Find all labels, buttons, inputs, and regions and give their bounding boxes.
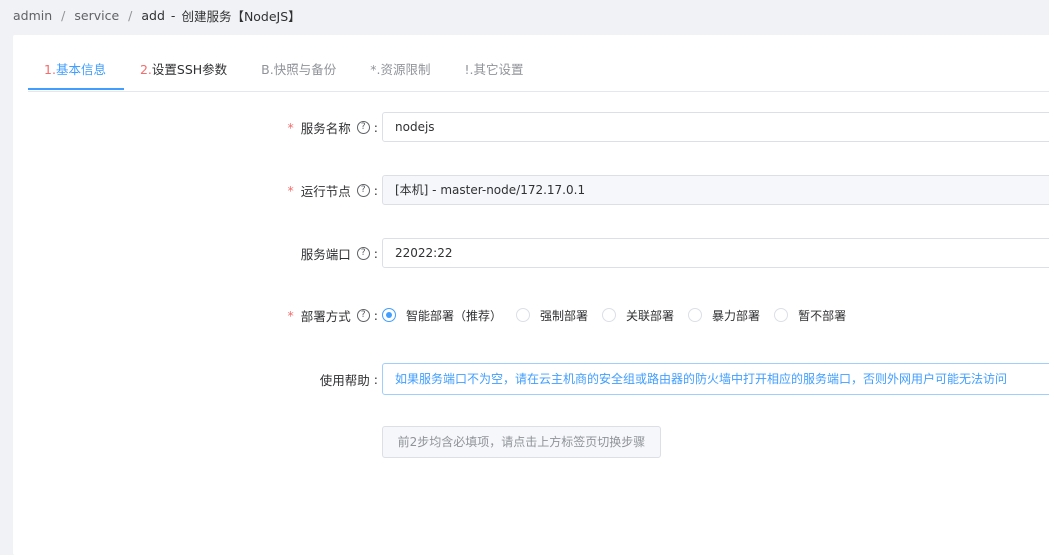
tab-label: 其它设置 xyxy=(473,62,524,77)
form-card: 1.基本信息 2.设置SSH参数 B.快照与备份 *.资源限制 !.其它设置 *… xyxy=(13,35,1049,555)
service-port-input[interactable]: 22022:22 xyxy=(382,238,1049,268)
radio-linked-deploy[interactable]: 关联部署 xyxy=(602,307,674,324)
radio-dot[interactable] xyxy=(774,308,789,322)
tab-label: 资源限制 xyxy=(380,62,431,77)
breadcrumb-add: add xyxy=(141,7,165,23)
tab-ssh-params[interactable]: 2.设置SSH参数 xyxy=(124,55,245,89)
help-label: 使用帮助 : xyxy=(319,371,378,388)
steps-hint-button[interactable]: 前2步均含必填项，请点击上方标签页切换步骤 xyxy=(382,426,661,458)
breadcrumb-admin[interactable]: admin xyxy=(13,8,52,23)
radio-smart-deploy[interactable]: 智能部署（推荐） xyxy=(382,307,502,324)
tab-snapshot-backup[interactable]: B.快照与备份 xyxy=(245,55,354,89)
form-row-deploy-mode: * 部署方式 ? : 智能部署（推荐） 强制部署 关联部署 暴力部署 暂不部署 xyxy=(13,299,1049,331)
tab-number: *. xyxy=(370,62,381,77)
required-mark: * xyxy=(287,307,294,323)
deploy-mode-radio-group: 智能部署（推荐） 强制部署 关联部署 暴力部署 暂不部署 xyxy=(382,307,860,324)
radio-brute-deploy[interactable]: 暴力部署 xyxy=(688,307,760,324)
breadcrumb-separator: / xyxy=(61,7,66,23)
tab-number: B. xyxy=(261,62,274,77)
step-tabs: 1.基本信息 2.设置SSH参数 B.快照与备份 *.资源限制 !.其它设置 xyxy=(28,55,1049,92)
form-row-service-name: * 服务名称 ? : nodejs xyxy=(13,111,1049,143)
run-node-label: * 运行节点 ? : xyxy=(287,182,378,199)
deploy-mode-label: * 部署方式 ? : xyxy=(287,307,378,324)
breadcrumb: admin / service / add - 创建服务【NodeJS】 xyxy=(13,6,301,24)
radio-no-deploy[interactable]: 暂不部署 xyxy=(774,307,846,324)
radio-dot[interactable] xyxy=(688,308,703,322)
tab-number: 2. xyxy=(139,62,152,77)
tab-label: 基本信息 xyxy=(55,62,106,77)
run-node-select[interactable]: [本机] - master-node/172.17.0.1 xyxy=(382,175,1049,205)
tab-basic-info[interactable]: 1.基本信息 xyxy=(28,55,124,90)
service-port-label: 服务端口 ? : xyxy=(300,245,378,262)
service-name-input[interactable]: nodejs xyxy=(382,112,1049,142)
page-title: 创建服务【NodeJS】 xyxy=(181,8,301,24)
tab-resource-limit[interactable]: *.资源限制 xyxy=(354,55,448,89)
tab-number: 1. xyxy=(44,62,56,77)
radio-dot[interactable] xyxy=(382,308,396,322)
help-message: 如果服务端口不为空，请在云主机商的安全组或路由器的防火墙中打开相应的服务端口，否… xyxy=(382,363,1049,395)
radio-dot[interactable] xyxy=(602,308,617,322)
tab-label: 快照与备份 xyxy=(273,62,337,77)
help-icon[interactable]: ? xyxy=(356,308,370,322)
required-mark: * xyxy=(287,119,294,135)
form-row-service-port: 服务端口 ? : 22022:22 xyxy=(13,237,1049,269)
breadcrumb-dash: - xyxy=(170,7,176,23)
form-row-help: 使用帮助 : 如果服务端口不为空，请在云主机商的安全组或路由器的防火墙中打开相应… xyxy=(13,363,1049,395)
service-name-label: * 服务名称 ? : xyxy=(287,119,378,136)
help-icon[interactable]: ? xyxy=(356,246,370,260)
form-row-hint: 前2步均含必填项，请点击上方标签页切换步骤 xyxy=(13,426,1049,458)
radio-force-deploy[interactable]: 强制部署 xyxy=(516,307,588,324)
breadcrumb-separator: / xyxy=(128,7,133,23)
radio-dot[interactable] xyxy=(516,308,531,322)
tab-other-settings[interactable]: !.其它设置 xyxy=(449,55,542,89)
breadcrumb-service[interactable]: service xyxy=(74,8,119,23)
help-icon[interactable]: ? xyxy=(356,183,370,197)
form-row-run-node: * 运行节点 ? : [本机] - master-node/172.17.0.1 xyxy=(13,174,1049,206)
required-mark: * xyxy=(287,182,294,198)
tab-label: 设置SSH参数 xyxy=(151,62,228,77)
help-icon[interactable]: ? xyxy=(356,120,370,134)
